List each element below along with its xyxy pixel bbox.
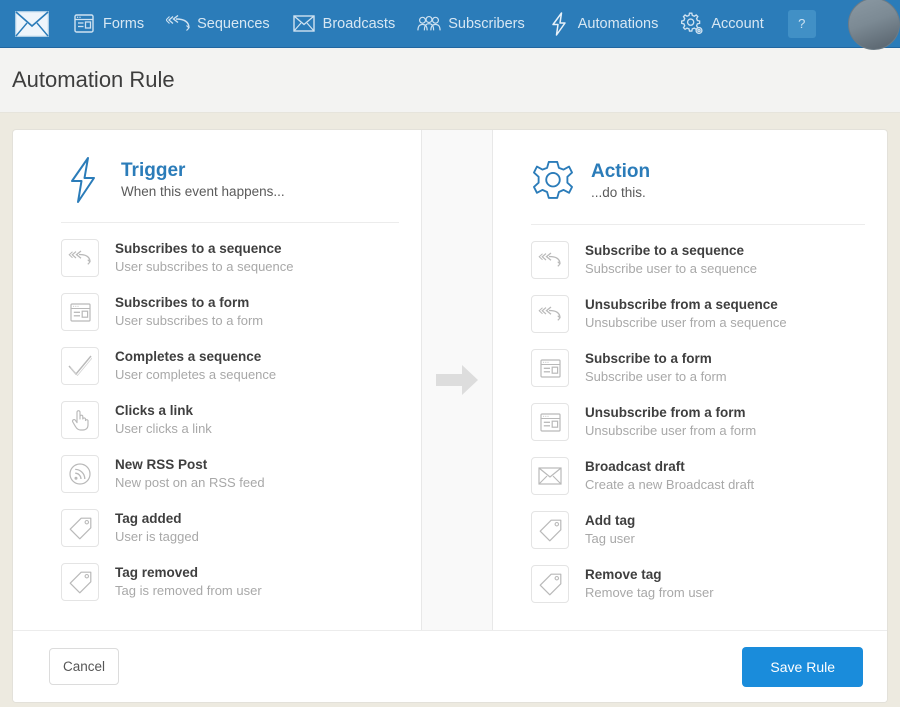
gear-icon (531, 156, 575, 206)
option-desc: User clicks a link (115, 421, 212, 437)
trigger-option-completes-a-sequence[interactable]: Completes a sequence User completes a se… (61, 339, 399, 393)
nav-label: Broadcasts (322, 15, 396, 32)
rss-icon (61, 455, 99, 493)
form-window-icon (61, 293, 99, 331)
page-header: Automation Rule (0, 48, 900, 113)
action-title: Action (591, 161, 651, 183)
option-title: Broadcast draft (585, 459, 685, 475)
trigger-option-subscribes-to-a-sequence[interactable]: Subscribes to a sequence User subscribes… (61, 231, 399, 285)
avatar[interactable] (848, 0, 900, 50)
action-option-subscribe-to-a-form[interactable]: Subscribe to a form Subscribe user to a … (531, 341, 865, 395)
option-title: Unsubscribe from a sequence (585, 297, 778, 313)
card-footer: Cancel Save Rule (13, 630, 887, 702)
option-title: Subscribe to a form (585, 351, 712, 367)
top-navigation-bar: Forms Sequences Broadcasts Subscribers A… (0, 0, 900, 50)
option-title: Tag added (115, 511, 182, 527)
nav-label: Automations (577, 15, 659, 32)
separator-column (421, 130, 493, 630)
nav-label: Forms (103, 15, 145, 32)
option-title: Subscribes to a sequence (115, 241, 282, 257)
page-title: Automation Rule (12, 67, 175, 92)
card-body: Trigger When this event happens... Subsc… (13, 130, 887, 630)
nav-label: Sequences (197, 15, 270, 32)
tag-icon (531, 511, 569, 549)
lightning-bolt-icon (61, 156, 105, 204)
double-chevron-arrow-icon (531, 295, 569, 333)
nav-label: Account (711, 15, 764, 32)
cancel-button[interactable]: Cancel (49, 648, 120, 685)
double-chevron-arrow-icon (61, 239, 99, 277)
action-option-subscribe-to-a-sequence[interactable]: Subscribe to a sequence Subscribe user t… (531, 233, 865, 287)
action-option-remove-tag[interactable]: Remove tag Remove tag from user (531, 557, 865, 611)
nav-label: Subscribers (448, 15, 525, 32)
tag-icon (61, 563, 99, 601)
save-rule-button[interactable]: Save Rule (742, 646, 863, 687)
arrow-right-icon (435, 363, 479, 397)
tag-icon (61, 509, 99, 547)
people-group-icon (417, 12, 441, 36)
option-desc: Tag user (585, 531, 635, 547)
trigger-option-subscribes-to-a-form[interactable]: Subscribes to a form User subscribes to … (61, 285, 399, 339)
trigger-option-clicks-a-link[interactable]: Clicks a link User clicks a link (61, 393, 399, 447)
envelope-icon (292, 12, 316, 36)
form-window-icon (531, 403, 569, 441)
option-desc: Create a new Broadcast draft (585, 477, 755, 493)
option-title: Tag removed (115, 565, 199, 581)
help-button[interactable]: ? (787, 9, 816, 38)
trigger-header: Trigger When this event happens... (61, 156, 399, 223)
option-title: Clicks a link (115, 403, 194, 419)
option-desc: User subscribes to a form (115, 313, 264, 329)
automation-rule-card: Trigger When this event happens... Subsc… (12, 129, 888, 703)
trigger-title: Trigger (121, 160, 186, 182)
double-chevron-arrow-icon (531, 241, 569, 279)
form-window-icon (531, 349, 569, 387)
trigger-subtitle: When this event happens... (121, 184, 285, 200)
checkmark-icon (61, 347, 99, 385)
option-title: Remove tag (585, 567, 662, 583)
envelope-logo-icon[interactable] (12, 9, 52, 39)
tag-icon (531, 565, 569, 603)
option-desc: Subscribe user to a sequence (585, 261, 757, 277)
option-desc: User is tagged (115, 529, 199, 545)
nav-item-broadcasts[interactable]: Broadcasts (292, 12, 396, 36)
nav-item-forms[interactable]: Forms (72, 12, 144, 36)
option-desc: Subscribe user to a form (585, 369, 727, 385)
form-window-icon (72, 12, 96, 36)
option-desc: Unsubscribe user from a form (585, 423, 757, 439)
option-title: Subscribe to a sequence (585, 243, 745, 259)
gear-icon (680, 12, 704, 36)
action-option-unsubscribe-from-a-form[interactable]: Unsubscribe from a form Unsubscribe user… (531, 395, 865, 449)
double-chevron-arrow-icon (166, 12, 190, 36)
option-title: Subscribes to a form (115, 295, 250, 311)
pointer-hand-icon (61, 401, 99, 439)
nav-item-subscribers[interactable]: Subscribers (417, 12, 525, 36)
action-subtitle: ...do this. (591, 185, 646, 201)
option-title: New RSS Post (115, 457, 208, 473)
trigger-option-tag-added[interactable]: Tag added User is tagged (61, 501, 399, 555)
action-column: Action ...do this. Subscribe to a sequen… (493, 130, 887, 630)
lightning-bolt-icon (547, 11, 571, 36)
option-desc: Unsubscribe user from a sequence (585, 315, 787, 331)
option-desc: User subscribes to a sequence (115, 259, 294, 275)
action-option-broadcast-draft[interactable]: Broadcast draft Create a new Broadcast d… (531, 449, 865, 503)
option-title: Unsubscribe from a form (585, 405, 746, 421)
option-title: Completes a sequence (115, 349, 262, 365)
action-option-add-tag[interactable]: Add tag Tag user (531, 503, 865, 557)
trigger-option-tag-removed[interactable]: Tag removed Tag is removed from user (61, 555, 399, 609)
envelope-icon (531, 457, 569, 495)
trigger-column: Trigger When this event happens... Subsc… (13, 130, 421, 630)
option-desc: New post on an RSS feed (115, 475, 265, 491)
option-title: Add tag (585, 513, 636, 529)
trigger-option-new-rss-post[interactable]: New RSS Post New post on an RSS feed (61, 447, 399, 501)
option-desc: Tag is removed from user (115, 583, 262, 599)
nav-item-automations[interactable]: Automations (547, 11, 659, 36)
option-desc: User completes a sequence (115, 367, 277, 383)
nav-item-sequences[interactable]: Sequences (166, 12, 270, 36)
nav-item-account[interactable]: Account (680, 12, 764, 36)
page-content: Trigger When this event happens... Subsc… (0, 113, 900, 706)
action-option-unsubscribe-from-a-sequence[interactable]: Unsubscribe from a sequence Unsubscribe … (531, 287, 865, 341)
action-header: Action ...do this. (531, 156, 865, 225)
option-desc: Remove tag from user (585, 585, 714, 601)
